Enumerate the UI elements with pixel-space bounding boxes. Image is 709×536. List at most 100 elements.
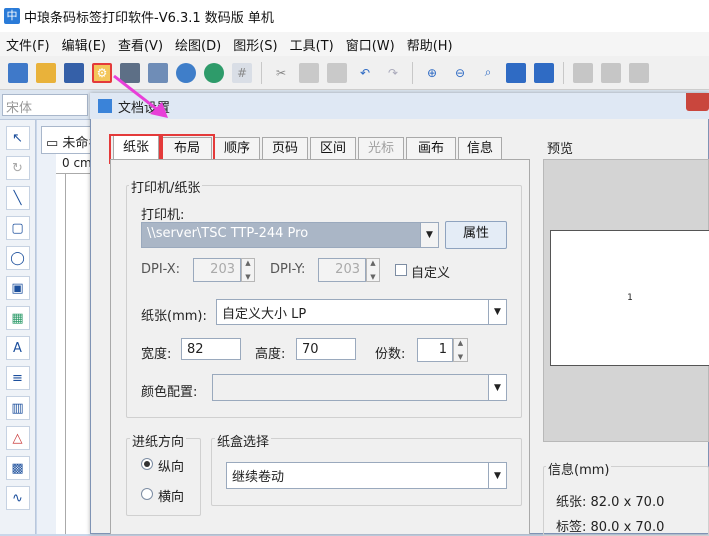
- fit-page-icon[interactable]: [506, 62, 526, 83]
- info-paper-size: 纸张: 82.0 x 70.0: [556, 495, 665, 510]
- height-label: 高度:: [255, 347, 286, 362]
- menu-view[interactable]: 查看(V): [112, 35, 169, 54]
- chevron-down-icon: ▼: [488, 463, 506, 488]
- dpi-y-label: DPI-Y:: [270, 262, 306, 277]
- menu-draw[interactable]: 绘图(D): [169, 35, 227, 54]
- copy-icon[interactable]: [299, 62, 319, 83]
- main-toolbar: ⚙ # ✂ ↶ ↷ ⊕ ⊖ ⌕: [0, 56, 709, 90]
- select-tool-icon[interactable]: ↖: [5, 126, 30, 150]
- text-tool-icon[interactable]: A: [5, 336, 30, 360]
- align-icon[interactable]: [629, 62, 649, 83]
- preview-page: 1: [550, 230, 709, 366]
- redo-icon[interactable]: ↷: [383, 63, 403, 83]
- line-tool-icon[interactable]: ╲: [5, 186, 30, 210]
- fit-width-icon[interactable]: [534, 62, 554, 83]
- tab-range[interactable]: 区间: [310, 137, 356, 159]
- window-title: 中琅条码标签打印软件-V6.3.1 数码版 单机: [24, 10, 274, 26]
- chevron-down-icon: ▼: [488, 375, 506, 400]
- menu-file[interactable]: 文件(F): [0, 35, 56, 54]
- landscape-label: 横向: [158, 490, 185, 505]
- rectangle-tool-icon[interactable]: ▢: [5, 216, 30, 240]
- tray-select[interactable]: 继续卷动 ▼: [226, 462, 507, 489]
- preview-page-number: 1: [627, 293, 633, 303]
- copies-field[interactable]: 1: [417, 338, 453, 362]
- database-icon[interactable]: [176, 62, 196, 83]
- rotate-tool-icon[interactable]: ↻: [5, 156, 30, 180]
- document-tab-label: 未命名: [62, 136, 92, 151]
- height-field[interactable]: 70: [296, 338, 356, 360]
- tray-selection-title: 纸盒选择: [215, 431, 272, 450]
- paper-size-value: 自定义大小 LP: [222, 307, 307, 322]
- barcode-tool-icon[interactable]: ▥: [5, 396, 30, 420]
- menu-tools[interactable]: 工具(T): [284, 35, 340, 54]
- ellipse-tool-icon[interactable]: ◯: [5, 246, 30, 270]
- paper-size-select[interactable]: 自定义大小 LP ▼: [216, 299, 507, 325]
- grid-icon[interactable]: #: [232, 62, 252, 83]
- custom-checkbox[interactable]: [395, 264, 407, 276]
- custom-label: 自定义: [411, 266, 451, 281]
- width-label: 宽度:: [141, 347, 172, 362]
- rich-text-tool-icon[interactable]: ≡: [5, 366, 30, 390]
- qrcode-tool-icon[interactable]: ▩: [5, 456, 30, 480]
- dpi-y-spinner: ▲ ▼: [366, 258, 380, 282]
- shape-tool-icon[interactable]: △: [5, 426, 30, 450]
- open-icon[interactable]: [36, 62, 56, 83]
- width-field[interactable]: 82: [181, 338, 241, 360]
- menu-help[interactable]: 帮助(H): [401, 35, 459, 54]
- picture-tool-icon[interactable]: ▦: [5, 306, 30, 330]
- save-icon[interactable]: [64, 62, 84, 83]
- printer-paper-group-title: 打印机/纸张: [129, 177, 203, 196]
- portrait-label: 纵向: [158, 460, 185, 475]
- dialog-close-button[interactable]: [686, 93, 709, 111]
- tray-select-value: 继续卷动: [232, 470, 285, 485]
- document-tab[interactable]: ▭ 未命名: [41, 126, 93, 154]
- info-label-size: 标签: 80.0 x 70.0: [556, 520, 665, 535]
- printer-select[interactable]: \\server\TSC TTP-244 Pro ▼: [141, 222, 439, 248]
- curve-tool-icon[interactable]: ∿: [5, 486, 30, 510]
- paste-icon[interactable]: [327, 62, 347, 83]
- menu-window[interactable]: 窗口(W): [340, 35, 401, 54]
- drawing-tools-panel: ↖ ↻ ╲ ▢ ◯ ▣ ▦ A ≡ ▥ △ ▩ ∿: [0, 120, 36, 534]
- zoom-in-icon[interactable]: ⊕: [422, 63, 442, 83]
- info-title: 信息(mm): [546, 459, 612, 478]
- dialog-title-bar[interactable]: 文档设置: [90, 93, 709, 119]
- toolbar-separator: [563, 61, 564, 84]
- feed-direction-title: 进纸方向: [130, 431, 187, 450]
- tab-page-number[interactable]: 页码: [262, 137, 308, 159]
- toolbar-separator: [412, 61, 413, 84]
- dpi-x-label: DPI-X:: [141, 262, 181, 277]
- landscape-radio[interactable]: [141, 488, 153, 500]
- dpi-x-spinner: ▲ ▼: [241, 258, 255, 282]
- undo-icon[interactable]: ↶: [355, 63, 375, 83]
- toolbar-separator: [261, 61, 262, 84]
- annotation-arrow: [113, 74, 168, 118]
- portrait-radio[interactable]: [141, 458, 153, 470]
- menu-bar: 文件(F) 编辑(E) 查看(V) 绘图(D) 图形(S) 工具(T) 窗口(W…: [0, 32, 709, 56]
- copies-label: 份数:: [375, 347, 406, 362]
- database-settings-icon[interactable]: [204, 62, 224, 83]
- tab-info[interactable]: 信息: [458, 137, 502, 159]
- zoom-icon[interactable]: ⌕: [478, 63, 498, 83]
- printer-label: 打印机:: [141, 208, 185, 223]
- align-icon[interactable]: [601, 62, 621, 83]
- zoom-out-icon[interactable]: ⊖: [450, 63, 470, 83]
- window-title-bar: 中 中琅条码标签打印软件-V6.3.1 数码版 单机: [0, 0, 709, 32]
- font-family-combo[interactable]: 宋体: [2, 94, 88, 116]
- color-config-select[interactable]: ▼: [212, 374, 507, 401]
- ruler-zero-label: 0 cm: [62, 156, 92, 170]
- menu-shape[interactable]: 图形(S): [227, 35, 283, 54]
- properties-button[interactable]: 属性: [445, 221, 507, 249]
- align-icon[interactable]: [573, 62, 593, 83]
- image-tool-icon[interactable]: ▣: [5, 276, 30, 300]
- tab-order[interactable]: 顺序: [214, 137, 260, 159]
- menu-edit[interactable]: 编辑(E): [56, 35, 112, 54]
- new-icon[interactable]: [8, 62, 28, 83]
- preview-title: 预览: [547, 142, 574, 157]
- dpi-y-field: 203: [318, 258, 366, 282]
- color-config-label: 颜色配置:: [141, 385, 198, 400]
- paper-size-label: 纸张(mm):: [141, 309, 207, 324]
- copies-spinner[interactable]: ▲ ▼: [453, 338, 468, 362]
- chevron-down-icon: ▼: [488, 300, 506, 324]
- cut-icon[interactable]: ✂: [271, 63, 291, 83]
- tab-canvas[interactable]: 画布: [406, 137, 456, 159]
